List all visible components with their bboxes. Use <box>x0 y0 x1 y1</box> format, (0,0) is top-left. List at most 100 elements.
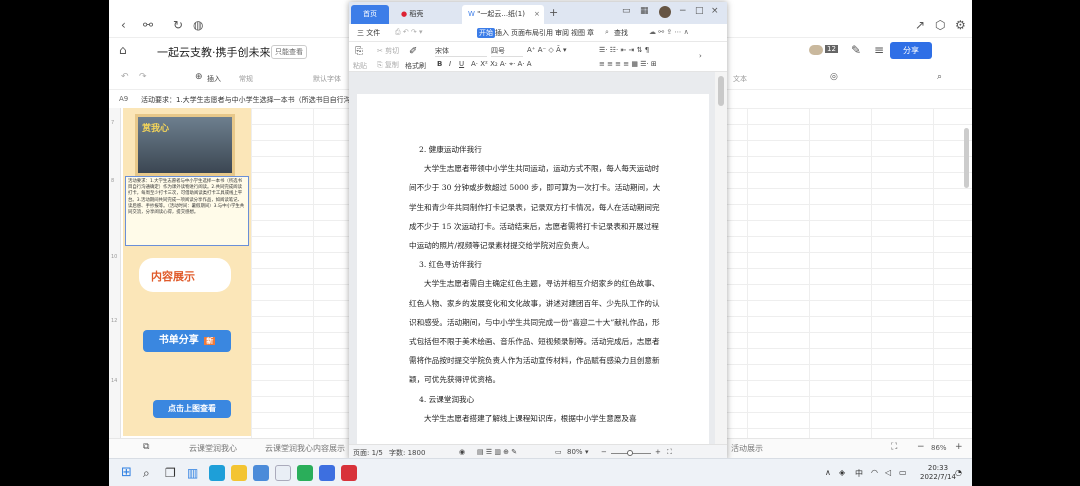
insert-label[interactable]: 插入 <box>207 74 221 84</box>
tray-expand-icon[interactable]: ∧ <box>825 468 831 477</box>
search-icon-wps[interactable]: ⌕ <box>605 28 609 37</box>
menu-review[interactable]: 审阅 <box>555 28 569 38</box>
battery-icon[interactable]: ▭ <box>899 468 907 477</box>
word-count[interactable]: 字数: 1800 <box>389 448 425 458</box>
bold-icon[interactable]: B <box>437 60 442 68</box>
font-grow-icons[interactable]: A⁺ A⁻ ◇ Ã ▾ <box>527 46 567 54</box>
cell-ref[interactable]: A9 <box>119 95 128 103</box>
zoom-minus-icon[interactable]: − <box>601 448 607 456</box>
format-painter-icon[interactable]: ✐ <box>409 46 417 57</box>
copy-button[interactable]: ⎘ 复制 <box>377 60 399 70</box>
search-icon[interactable]: ⌕ <box>937 73 942 82</box>
font-effects-icons[interactable]: A· X² X₂ A· ⌖· A· A <box>471 60 532 69</box>
sheet-tab-1[interactable]: 云课堂润我心 <box>189 443 237 454</box>
eye-icon[interactable]: ◉ <box>459 448 465 456</box>
layers-icon[interactable]: ⧉ <box>143 443 149 452</box>
italic-icon[interactable]: I <box>449 60 451 68</box>
cloud-icon[interactable]: ☁ ⚯ ⇪ ⋯ ∧ <box>649 28 689 36</box>
paste-icon[interactable]: ⎘ <box>355 46 363 57</box>
avatar[interactable] <box>809 45 823 55</box>
zoom-plus-icon[interactable]: + <box>655 448 661 456</box>
tile-icon[interactable]: ▦ <box>640 7 649 16</box>
sheet-zoom[interactable]: 86% <box>931 444 947 452</box>
wps-icon[interactable] <box>341 465 357 481</box>
font-name-select[interactable]: 默认字体 <box>313 74 341 84</box>
document-scrollbar[interactable] <box>715 72 727 444</box>
refresh-icon[interactable]: ↻ <box>173 19 183 31</box>
readonly-badge[interactable]: 只能查看 <box>271 45 307 59</box>
window-layout-icon[interactable]: ▭ <box>622 7 631 16</box>
poster-image[interactable]: 赏我心 活动要求：1.大学生志愿者与中小学生选择一本书（所选书目自行沟通确定）作… <box>123 108 251 436</box>
menu-file[interactable]: 三 文件 <box>357 28 380 38</box>
font-select[interactable]: 宋体 <box>435 46 487 57</box>
fit-icon[interactable]: ⛶ <box>667 448 672 457</box>
menu-reference[interactable]: 引用 <box>539 28 553 38</box>
zoom-slider-knob[interactable] <box>627 450 633 456</box>
search-icon-taskbar[interactable]: ⌕ <box>143 465 159 481</box>
menu-layout[interactable]: 页面布局 <box>511 28 539 38</box>
view-mode-icons[interactable]: ▤ ☰ ▥ ⊕ ✎ <box>477 448 517 456</box>
tab-daoke[interactable]: ● 稻壳 <box>395 5 423 24</box>
cut-button[interactable]: ✂ 剪切 <box>377 46 399 56</box>
box-icon[interactable]: ⬡ <box>935 19 945 31</box>
tray-app-icon[interactable]: ◈ <box>839 468 845 477</box>
globe-icon[interactable]: ◍ <box>193 19 203 31</box>
menu-quick-icons[interactable]: ⎙ ↶ ↷ ▾ <box>395 28 423 37</box>
notification-icon[interactable]: ◔ <box>955 468 962 477</box>
sheet-tab-2[interactable]: 云课堂润我心内容展示 <box>265 443 345 454</box>
click-view-button[interactable]: 点击上图查看 <box>153 400 231 418</box>
settings-icon[interactable]: ⚙ <box>955 19 966 31</box>
zoom-view-icon[interactable]: ▭ <box>555 448 562 456</box>
app-icon-2[interactable] <box>319 465 335 481</box>
back-icon[interactable]: ‹ <box>121 19 126 31</box>
menu-icon[interactable]: ≡ <box>874 44 884 56</box>
document-body[interactable]: 2. 健康运动伴我行 大学生志愿者带领中小学生共同运动，运动方式不限，每人每天运… <box>409 140 665 428</box>
menu-view[interactable]: 视图 <box>571 28 585 38</box>
app-icon-1[interactable] <box>275 465 291 481</box>
zoom-dropdown-icon[interactable]: ▾ <box>585 448 589 456</box>
close-icon[interactable]: × <box>711 7 719 16</box>
user-avatar[interactable] <box>659 6 671 18</box>
tab-close-icon[interactable]: × <box>534 5 540 24</box>
speaker-icon[interactable]: ◁ <box>885 468 891 477</box>
minimize-icon[interactable]: − <box>679 7 687 16</box>
page-indicator[interactable]: 页面: 1/5 <box>353 448 383 458</box>
explorer-icon[interactable] <box>231 465 247 481</box>
maximize-icon[interactable]: □ <box>695 7 704 16</box>
edge-icon[interactable] <box>209 465 225 481</box>
undo-icon[interactable]: ↶ <box>121 73 129 82</box>
view-icon[interactable]: ◎ <box>830 73 838 82</box>
menu-start[interactable]: 开始 <box>477 28 495 38</box>
start-icon[interactable]: ⊞ <box>121 465 137 481</box>
format-painter-label[interactable]: 格式刷 <box>405 61 426 71</box>
home-icon[interactable]: ⌂ <box>119 44 127 56</box>
text-label[interactable]: 文本 <box>733 74 747 84</box>
insert-icon[interactable]: ⊕ <box>195 73 203 82</box>
menu-chapter[interactable]: 章 <box>587 28 594 38</box>
link-icon[interactable]: ⚯ <box>143 19 153 31</box>
sheet-tab-3[interactable]: 活动展示 <box>731 443 763 454</box>
sheet-scrollbar[interactable] <box>964 128 969 188</box>
wifi-icon[interactable]: ◠ <box>871 468 878 477</box>
zoom-in-icon[interactable]: + <box>955 442 963 452</box>
widgets-icon[interactable]: ▥ <box>187 465 203 481</box>
clock[interactable]: 20:33 2022/7/14 <box>920 464 956 482</box>
new-tab-icon[interactable]: + <box>549 7 558 18</box>
scroll-thumb[interactable] <box>718 76 724 106</box>
underline-icon[interactable]: U <box>459 60 464 68</box>
redo-icon[interactable]: ↷ <box>139 73 147 82</box>
tab-document[interactable]: W "一起云...纸(1) × <box>462 5 544 24</box>
font-style-select[interactable]: 常规 <box>239 74 253 84</box>
share-button[interactable]: 分享 <box>890 42 932 59</box>
taskview-icon[interactable]: ❐ <box>165 465 181 481</box>
share-arrow-icon[interactable]: ↗ <box>915 19 925 31</box>
zoom-out-icon[interactable]: − <box>917 442 925 452</box>
search-label[interactable]: 查找 <box>614 28 628 38</box>
formula-text[interactable]: 活动要求：1.大学生志愿者与中小学生选择一本书（所选书目自行沟通 <box>141 95 358 105</box>
ime-indicator[interactable]: 中 <box>855 468 863 479</box>
edit-icon[interactable]: ✎ <box>851 44 861 56</box>
size-select[interactable]: 四号 <box>491 46 523 57</box>
more-icon[interactable]: › <box>699 52 702 60</box>
tab-home[interactable]: 首页 <box>351 5 389 24</box>
fullscreen-icon[interactable]: ⛶ <box>891 442 897 452</box>
